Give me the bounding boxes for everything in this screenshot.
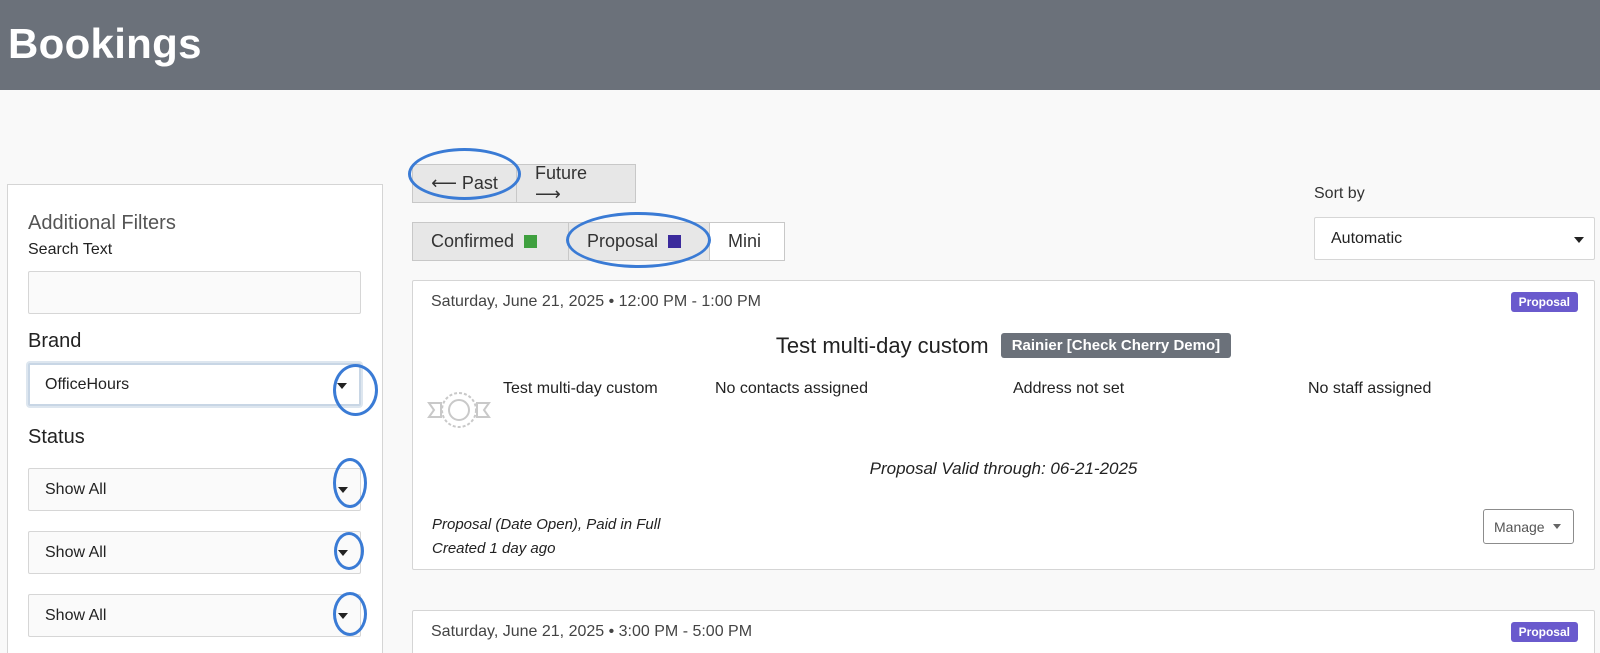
chevron-down-icon[interactable] [337, 383, 347, 389]
proposal-color-swatch [668, 235, 682, 248]
booking-created: Created 1 day ago [432, 540, 556, 557]
future-button[interactable]: Future ⟶ [516, 163, 636, 204]
date-range-toggle: ⟵ Past Future ⟶ [412, 163, 636, 204]
staff-info: No staff assigned [1308, 380, 1432, 397]
brand-label: Brand [28, 330, 82, 352]
chevron-down-icon[interactable] [338, 487, 348, 493]
sort-by-select[interactable]: Automatic [1314, 217, 1595, 260]
proposal-valid-through: Proposal Valid through: 06-21-2025 [869, 459, 1138, 478]
status-select-value: Show All [45, 481, 107, 498]
status-badge: Proposal [1510, 292, 1578, 312]
package-seal-icon [427, 392, 491, 428]
filters-sidebar: Additional Filters Search Text Brand Off… [7, 184, 383, 653]
confirmed-toggle[interactable]: Confirmed [412, 222, 569, 261]
sort-by-value: Automatic [1331, 230, 1403, 247]
booking-date: Saturday, June 21, 2025 • 3:00 PM - 5:00… [431, 623, 753, 640]
booking-title-row: Test multi-day custom Rainier [Check Che… [413, 333, 1594, 359]
proposal-toggle[interactable]: Proposal [568, 222, 710, 261]
chevron-down-icon[interactable] [1574, 237, 1584, 243]
status-badge: Proposal [1510, 622, 1578, 642]
chevron-down-icon [1552, 524, 1561, 529]
confirmed-label: Confirmed [431, 231, 515, 251]
chevron-down-icon[interactable] [338, 550, 348, 556]
view-toggle: Confirmed Proposal Mini [412, 222, 785, 261]
filters-title: Additional Filters [28, 212, 176, 234]
manage-label: Manage [1494, 518, 1545, 535]
manage-button[interactable]: Manage [1483, 509, 1574, 544]
status-label: Status [28, 426, 85, 448]
booking-card[interactable]: Saturday, June 21, 2025 • 3:00 PM - 5:00… [412, 610, 1595, 653]
status-select-3[interactable]: Show All [28, 594, 361, 637]
sort-by-label: Sort by [1314, 185, 1365, 202]
brand-select[interactable]: OfficeHours [28, 363, 361, 406]
brand-select-value: OfficeHours [45, 376, 130, 393]
package-name: Test multi-day custom [503, 380, 658, 397]
booking-status: Proposal (Date Open), Paid in Full [432, 516, 661, 533]
status-select-1[interactable]: Show All [28, 468, 361, 511]
proposal-label: Proposal [587, 231, 659, 251]
booking-date: Saturday, June 21, 2025 • 12:00 PM - 1:0… [431, 293, 761, 310]
search-text-input[interactable] [28, 271, 361, 314]
status-select-value: Show All [45, 607, 107, 624]
past-button[interactable]: ⟵ Past [412, 164, 517, 203]
location-badge: Rainier [Check Cherry Demo] [1000, 333, 1232, 358]
address-info: Address not set [1013, 380, 1125, 397]
mini-toggle[interactable]: Mini [709, 222, 785, 261]
booking-card[interactable]: Saturday, June 21, 2025 • 12:00 PM - 1:0… [412, 280, 1595, 570]
booking-title[interactable]: Test multi-day custom [776, 333, 989, 358]
page-title: Bookings [8, 20, 202, 67]
contacts-info: No contacts assigned [715, 380, 868, 397]
chevron-down-icon[interactable] [338, 613, 348, 619]
search-text-label: Search Text [28, 241, 113, 258]
confirmed-color-swatch [524, 235, 538, 248]
status-select-value: Show All [45, 544, 107, 561]
page-header: Bookings [0, 0, 1600, 90]
status-select-2[interactable]: Show All [28, 531, 361, 574]
booking-status-block: Proposal (Date Open), Paid in Full Creat… [432, 513, 660, 561]
